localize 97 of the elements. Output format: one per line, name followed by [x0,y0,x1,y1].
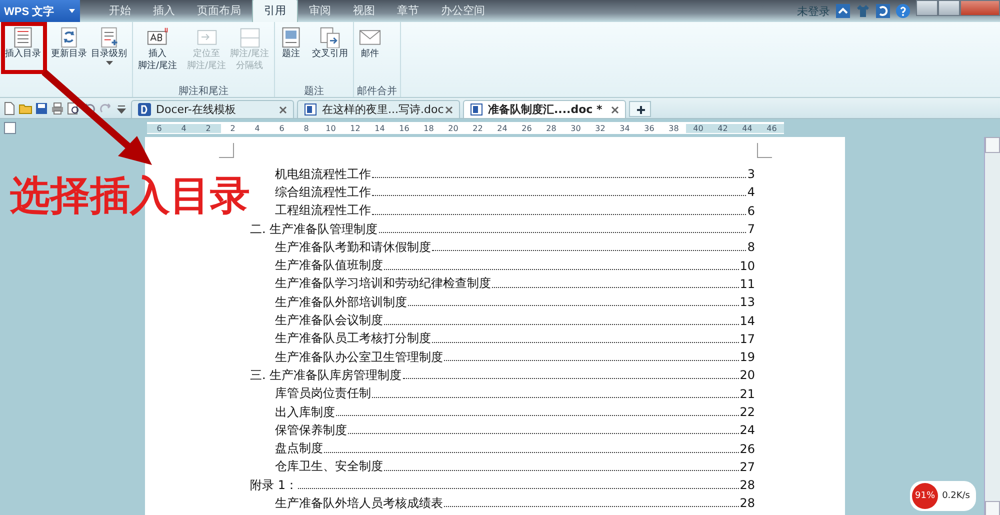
page-number: 20 [740,368,755,382]
menu-tab[interactable]: 插入 [142,0,186,22]
plus-icon [636,105,646,115]
table-of-contents-icon [12,26,34,48]
toc-entry-title: 生产准备队学习培训和劳动纪律检查制度 [275,275,491,292]
menu-tab[interactable]: 章节 [386,0,430,22]
page-number: 4 [747,185,755,200]
toc-entry-title: 生产准备队外部培训制度 [275,294,407,311]
tab-stop-selector[interactable] [4,122,16,134]
menu-tab[interactable]: 开始 [98,0,142,22]
print-preview-icon[interactable] [67,102,80,114]
toc-entry-title: 生产准备队员工考核打分制度 [275,330,431,348]
minimize-button[interactable] [916,0,938,16]
horizontal-ruler[interactable]: 6 4 2 2 4 6 8 10 12 14 16 18 20 22 24 26 28 30 32 34 36 38 40 42 44 46 [147,122,784,134]
toc-entry-title: 生产准备队会议制度 [275,312,383,330]
menu-tab[interactable]: 审阅 [298,0,342,22]
network-widget[interactable]: 91% 0.2K/s [910,481,976,511]
page-number: 24 [740,423,755,438]
page-number: 27 [740,460,755,474]
page-number: 28 [740,478,755,492]
page-number: 14 [740,314,755,328]
document-icon [470,103,483,116]
caret-icon [106,61,112,66]
page-number: 3 [747,167,755,182]
ribbon-button[interactable]: 邮件 [357,22,384,84]
folder-icon[interactable] [19,102,32,114]
restore-button[interactable] [938,0,960,16]
toc-entry-title: 附录 1： [250,476,298,494]
help-icon[interactable] [896,4,910,18]
ribbon-button[interactable]: 插入目录 [3,22,43,84]
collapse-ribbon-icon[interactable] [836,4,850,18]
document-tab[interactable]: 在这样的夜里...写诗.doc [297,100,460,118]
page-number: 7 [747,222,755,236]
ribbon-button[interactable]: 交叉引用 [310,22,350,84]
undo-icon[interactable] [83,102,96,114]
shirt-icon[interactable] [856,4,870,18]
toc-entry-title: 机电组流程性工作 [275,166,371,183]
toc-entry-title: 保管保养制度 [275,422,347,439]
toc-entry-title: 工程组流程性工作 [275,202,371,220]
document-icon [304,103,317,116]
vertical-scrollbar[interactable] [984,137,1000,515]
menu-tab[interactable]: 视图 [342,0,386,22]
cross-reference-icon [319,26,342,48]
page-number: 10 [740,258,755,273]
page-number: 13 [740,295,755,310]
cpu-badge: 91% [912,483,938,509]
group-label: 脚注和尾注 [178,84,230,97]
toc-entry-title: 仓库卫生、安全制度 [275,458,383,476]
menu-tab[interactable]: 引用 [252,0,298,22]
list-add-icon [98,26,120,48]
close-icon[interactable] [279,106,287,114]
docer-icon [138,103,151,116]
print-icon[interactable] [51,102,64,114]
image-caption-icon [280,26,302,48]
caret-icon [68,7,76,15]
page-number: 21 [740,386,755,401]
page-number: 6 [747,204,755,218]
toc-entry-title: 二. 生产准备队管理制度 [250,220,378,238]
toc-entry-title: 生产准备队值班制度 [275,257,383,274]
toc-entry-title: 三. 生产准备队库房管理制度 [250,366,402,384]
page-number: 22 [740,405,755,419]
document-tab[interactable]: Docer-在线模板 [131,100,294,118]
page-number: 8 [747,240,755,254]
toc-entry-title: 生产准备队外培人员考核成绩表 [275,494,443,512]
toc-entry-title: 盘点制度 [275,440,323,458]
save-icon[interactable] [35,102,48,114]
toc-entry-title: 出入库制度 [275,404,335,420]
close-icon[interactable] [445,106,453,114]
page-number: 26 [740,442,755,456]
page-number: 28 [740,496,755,510]
highlight-frame [1,22,47,74]
ab-footnote-icon [146,26,169,48]
group-label: 题注 [303,84,326,97]
menu-tab[interactable]: 办公空间 [430,0,496,22]
toc-entry-title: 库管员岗位责任制 [275,385,371,402]
toc-entry-title: 生产准备队办公室卫生管理制度 [275,348,443,366]
new-document-icon[interactable] [3,102,16,114]
wps-app-button[interactable]: WPS 文字 [0,0,80,22]
divided-page-icon [238,26,261,48]
menu-tab[interactable]: 页面布局 [186,0,252,22]
network-speed: 0.2K/s [942,491,970,501]
document-tab[interactable]: 准备队制度汇....doc * [463,100,626,118]
new-tab-button[interactable] [629,101,651,117]
ribbon-button[interactable]: 更新目录 [49,22,89,84]
toc-entry-title: 综合组流程性工作 [275,184,371,201]
close-icon[interactable] [611,106,619,114]
page-number: 17 [740,332,755,346]
refresh-icon[interactable] [876,4,890,18]
ribbon-button[interactable]: 题注 [278,22,304,84]
refresh-icon [58,26,80,48]
ribbon-button[interactable]: 目录级别 [89,22,129,84]
ribbon-button[interactable]: 插入 脚注/尾注 [136,22,180,84]
group-label: 邮件合并 [357,84,398,97]
page-number: 19 [740,350,755,364]
page-number: 11 [740,276,755,291]
callout-text: 选择插入目录 [10,172,250,221]
toc-entry-title: 生产准备队考勤和请休假制度 [275,238,431,256]
